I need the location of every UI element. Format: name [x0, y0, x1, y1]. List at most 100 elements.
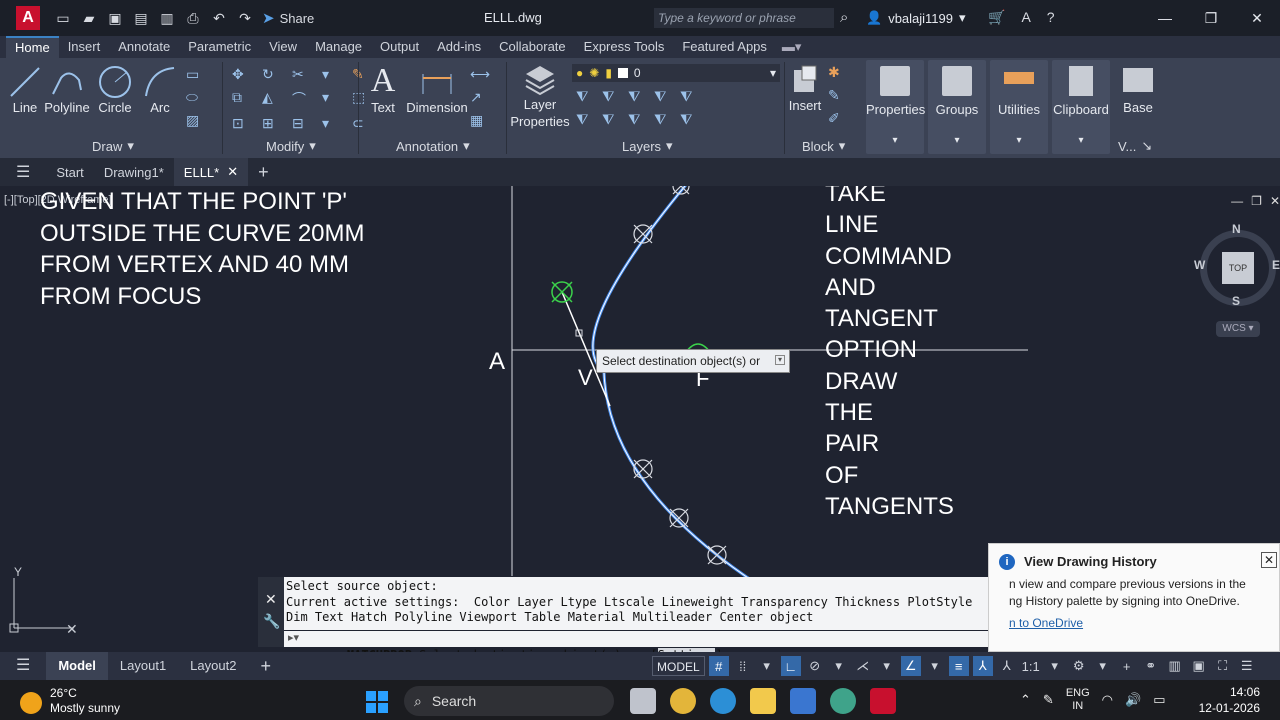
file-tab-start[interactable]: Start	[46, 158, 93, 186]
autocad-taskbar-icon[interactable]	[870, 688, 896, 714]
layer-isolate-icon[interactable]: ⧨	[602, 88, 620, 105]
close-icon[interactable]: ✕	[1234, 0, 1280, 36]
tab-collaborate[interactable]: Collaborate	[490, 36, 575, 58]
line-tool[interactable]: Line	[6, 64, 44, 115]
model-space-button[interactable]: MODEL	[652, 656, 705, 676]
array-icon[interactable]: ⊟	[292, 115, 314, 132]
task-view-icon[interactable]	[630, 688, 656, 714]
ribbon-toggle-icon[interactable]: ▬▾	[782, 39, 802, 55]
language-indicator[interactable]: ENG IN	[1066, 687, 1090, 713]
isolate-objects-icon[interactable]: ⚭	[1141, 656, 1161, 676]
annotation-panel-label[interactable]: Annotation ▾	[396, 138, 470, 154]
create-block-icon[interactable]: ✱	[828, 64, 846, 81]
new-tab-plus-icon[interactable]: +	[248, 158, 279, 186]
compass-north[interactable]: N	[1232, 222, 1241, 236]
taskbar-search[interactable]: ⌕ Search	[404, 686, 614, 716]
restore-icon[interactable]: ❐	[1188, 0, 1234, 36]
stretch-icon[interactable]: ⊡	[232, 115, 254, 132]
customize-wrench-icon[interactable]: 🔧	[263, 613, 280, 630]
object-snap-tracking-icon[interactable]: ∠	[900, 656, 921, 676]
layer-match-icon[interactable]: ⧨	[680, 88, 698, 105]
rotate-icon[interactable]: ↻	[262, 66, 284, 83]
clock[interactable]: 14:06 12-01-2026	[1199, 684, 1260, 716]
layer-walk-icon[interactable]: ⧨	[602, 111, 620, 128]
hamburger-menu-icon[interactable]: ☰	[0, 158, 46, 186]
file-tab-drawing1[interactable]: Drawing1*	[94, 158, 174, 186]
cloud-save-icon[interactable]: ▥	[158, 10, 176, 27]
copy-icon[interactable]: ⧉	[232, 89, 254, 109]
open-folder-icon[interactable]: ▰	[80, 10, 98, 27]
annotation-monitor-plus-icon[interactable]: +	[1117, 656, 1137, 676]
edit-block-icon[interactable]: ✎	[828, 87, 846, 104]
layer-dropdown[interactable]: ● ✺ ▮ 0 ▾	[572, 64, 780, 82]
move-icon[interactable]: ✥	[232, 66, 254, 83]
minimize-icon[interactable]: —	[1142, 0, 1188, 36]
layer-merge-icon[interactable]: ⧨	[680, 111, 698, 128]
close-icon[interactable]: ✕	[1261, 552, 1277, 568]
customize-menu-icon[interactable]: ☰	[1237, 656, 1257, 676]
file-explorer-icon[interactable]	[750, 688, 776, 714]
pen-icon[interactable]: ✎	[1043, 692, 1054, 708]
print-icon[interactable]: ⎙	[184, 10, 202, 27]
compass-south[interactable]: S	[1232, 294, 1240, 308]
layer-prev-icon[interactable]: ⧨	[576, 111, 594, 128]
viewcube[interactable]: N S W E TOP WCS ▾	[1194, 222, 1280, 342]
cart-icon[interactable]: 🛒	[988, 9, 1005, 26]
leader-icon[interactable]: ↗	[470, 89, 492, 106]
table-icon[interactable]: ▦	[470, 112, 492, 129]
redo-icon[interactable]: ↷	[236, 10, 254, 27]
trim-icon[interactable]: ✂	[292, 66, 314, 83]
layer-unlock-icon[interactable]: ⧨	[654, 111, 672, 128]
chevron-down-icon[interactable]: ▾	[322, 89, 344, 109]
circle-tool[interactable]: Circle	[96, 64, 134, 115]
lineweight-icon[interactable]: ≡	[948, 656, 969, 676]
tab-view[interactable]: View	[260, 36, 306, 58]
weather-widget[interactable]: 26°C Mostly sunny	[20, 686, 120, 716]
tab-insert[interactable]: Insert	[59, 36, 110, 58]
grid-icon[interactable]: #	[708, 656, 729, 676]
chevron-down-icon[interactable]: ▾	[829, 656, 849, 676]
viewcube-top-face[interactable]: TOP	[1222, 252, 1254, 284]
tooltip-arrow-icon[interactable]: ▾	[775, 355, 785, 365]
layer-off-icon[interactable]: ⧨	[576, 88, 594, 105]
tab-parametric[interactable]: Parametric	[179, 36, 260, 58]
tab-express-tools[interactable]: Express Tools	[575, 36, 674, 58]
tab-manage[interactable]: Manage	[306, 36, 371, 58]
sign-in-onedrive-link[interactable]: n to OneDrive	[1009, 616, 1083, 630]
hatch-icon[interactable]: ▨	[186, 112, 206, 129]
view-panel-label[interactable]: V... ↘	[1118, 138, 1152, 154]
chevron-down-icon[interactable]: ▾	[757, 656, 777, 676]
restore-icon[interactable]: ❐	[1251, 194, 1262, 208]
tab-annotate[interactable]: Annotate	[109, 36, 179, 58]
ortho-icon[interactable]: ∟	[780, 656, 801, 676]
workspace-gear-icon[interactable]: ⚙	[1069, 656, 1089, 676]
attribute-icon[interactable]: ✐	[828, 110, 846, 127]
add-layout-plus-icon[interactable]: +	[248, 652, 283, 680]
maps-icon[interactable]	[830, 688, 856, 714]
autocad-logo[interactable]: A	[16, 6, 40, 30]
annotation-scale-label[interactable]: 1:1	[1021, 656, 1041, 676]
snap-icon[interactable]: ⁞⁞	[733, 656, 753, 676]
annotation-visibility-icon[interactable]: ⅄	[972, 656, 993, 676]
clipboard-panel[interactable]: Clipboard ▾	[1052, 60, 1110, 154]
hardware-acceleration-icon[interactable]: ▥	[1165, 656, 1185, 676]
polar-icon[interactable]: ⊘	[805, 656, 825, 676]
fillet-icon[interactable]: ⌒	[292, 89, 314, 109]
layer-freeze-icon[interactable]: ⧨	[628, 88, 646, 105]
volume-icon[interactable]: 🔊	[1125, 692, 1141, 708]
polyline-tool[interactable]: Polyline	[44, 64, 90, 115]
battery-icon[interactable]: ▭	[1153, 692, 1165, 708]
minimize-icon[interactable]: —	[1231, 194, 1243, 208]
linear-dim-icon[interactable]: ⟷	[470, 66, 492, 83]
base-view-tool[interactable]: Base	[1118, 68, 1158, 115]
fullscreen-icon[interactable]: ⛶	[1213, 656, 1233, 676]
chevron-down-icon[interactable]: ▾	[925, 656, 945, 676]
chevron-down-icon[interactable]: ▾	[877, 656, 897, 676]
edge-icon[interactable]	[710, 688, 736, 714]
hamburger-menu-icon[interactable]: ☰	[0, 652, 46, 680]
properties-panel[interactable]: Properties ▾	[866, 60, 925, 154]
compass-east[interactable]: E	[1272, 258, 1280, 272]
tab-home[interactable]: Home	[6, 36, 59, 58]
help-search-input[interactable]: Type a keyword or phrase	[654, 8, 834, 28]
scale-icon[interactable]: ⊞	[262, 115, 284, 132]
